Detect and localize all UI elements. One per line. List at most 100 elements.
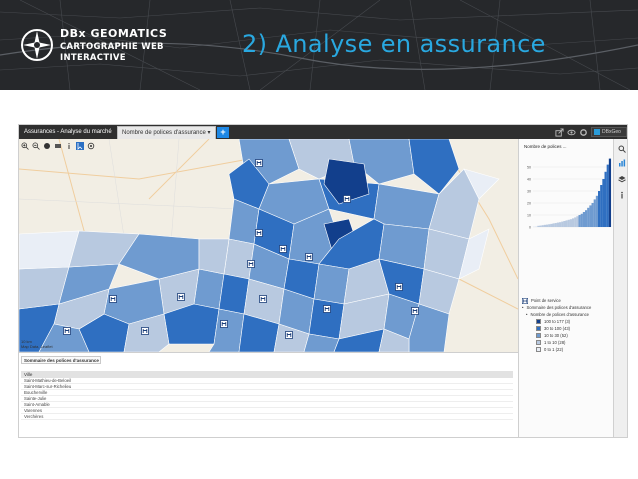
legend-swatch — [536, 340, 541, 345]
topbar-icons: DBxGeo — [555, 127, 627, 137]
legend-sub-label: Nombre de polices d'assurance — [530, 312, 589, 317]
legend-class-label: 0 to 1 (22) — [544, 347, 564, 352]
chart-bar — [533, 226, 536, 227]
chart-bar — [602, 179, 605, 227]
chevron-down-icon: ▾ — [207, 130, 211, 136]
table-scrollbar[interactable] — [19, 437, 518, 438]
legend: Point de service • Sommaire des polices … — [522, 297, 612, 353]
legend-swatch — [536, 333, 541, 338]
chart-bar — [554, 223, 557, 227]
add-tab-button[interactable]: + — [217, 127, 229, 138]
legend-class-item[interactable]: 30 to 100 (43) — [536, 325, 612, 332]
brand-box-text: DBxGeo — [602, 129, 621, 135]
y-tick-label: 0 — [529, 225, 531, 229]
summary-table-title[interactable]: Sommaire des polices d'assurance — [21, 356, 101, 364]
brand-square-icon — [594, 129, 600, 135]
side-toolbar — [613, 139, 627, 437]
scrollbar-thumb[interactable] — [19, 437, 55, 438]
legend-sub-layer[interactable]: • Nombre de polices d'assurance — [522, 311, 612, 318]
chart-bar — [582, 212, 586, 227]
legend-class-item[interactable]: 1 to 10 (28) — [536, 339, 612, 346]
legend-swatch — [536, 347, 541, 352]
legend-summary-layer[interactable]: • Sommaire des polices d'assurance — [522, 304, 612, 311]
chart-bar — [559, 222, 562, 227]
chart-bar — [543, 224, 547, 227]
legend-service-point[interactable]: Point de service — [522, 297, 612, 304]
layers-stack-icon[interactable] — [618, 175, 626, 183]
table-column-header-ville[interactable]: Ville — [21, 371, 513, 378]
legend-class-label: 30 to 100 (43) — [544, 326, 571, 331]
table-row[interactable]: Verchères — [21, 414, 513, 420]
layers-icon[interactable] — [54, 142, 62, 150]
dbx-logo-icon — [21, 29, 53, 61]
chart-bar — [598, 191, 601, 227]
y-tick-label: 30 — [527, 189, 531, 193]
bar-chart-icon[interactable] — [618, 159, 626, 167]
settings-icon[interactable] — [579, 128, 588, 137]
table-body: Saint-Mathieu-de-Beloeil Saint-Marc-sur-… — [21, 378, 513, 420]
search-location-icon[interactable] — [87, 142, 95, 150]
app-topbar: Assurances - Analyse du marché Nombre de… — [19, 125, 627, 139]
select-arrow-icon[interactable] — [76, 142, 84, 150]
tab-policy-count[interactable]: Nombre de polices d'assurance ▾ — [117, 126, 216, 139]
chart-bar — [550, 223, 553, 227]
chart-bar — [537, 225, 540, 227]
legend-class-label: 10 to 30 (52) — [544, 333, 568, 338]
zoom-in-icon[interactable] — [21, 142, 29, 150]
info-icon[interactable] — [618, 191, 626, 199]
map-scale: 10 km Map Data, Leaflet — [21, 339, 53, 349]
summary-table-panel: Sommaire des polices d'assurance Ville S… — [19, 352, 518, 438]
slide-title: 2) Analyse en assurance — [242, 30, 546, 58]
tab-policy-count-label: Nombre de polices d'assurance — [122, 130, 206, 136]
slide-header: DBx GEOMATICS CARTOGRAPHIE WEB INTERACTI… — [0, 0, 638, 90]
attribution-label: Map Data, Leaflet — [21, 344, 53, 349]
legend-swatch — [536, 319, 541, 324]
share-icon[interactable] — [555, 127, 564, 137]
chart-bar — [569, 219, 573, 227]
brand-tagline-2: INTERACTIVE — [60, 53, 126, 63]
legend-class-item[interactable]: 10 to 30 (52) — [536, 332, 612, 339]
legend-service-point-label: Point de service — [531, 298, 561, 303]
zoom-out-icon[interactable] — [32, 142, 40, 150]
bullet-icon: • — [522, 305, 524, 310]
map-toolbar — [21, 142, 95, 150]
chart-bar — [604, 171, 607, 227]
tab-market-analysis[interactable]: Assurances - Analyse du marché — [21, 127, 115, 138]
legend-class-label: 1 to 10 (28) — [544, 340, 566, 345]
right-panel: Nombre de polices ... 0 10 20 30 40 50 Point … — [518, 139, 613, 437]
chart-bar — [608, 158, 612, 227]
app-window: Assurances - Analyse du marché Nombre de… — [18, 124, 628, 438]
chart-bar — [561, 221, 564, 227]
legend-class-item[interactable]: 100 to 177 (3) — [536, 318, 612, 325]
chart-bar — [567, 219, 570, 227]
chart-bar — [541, 225, 544, 227]
chart-bar — [606, 164, 609, 227]
brand-name: DBx GEOMATICS — [60, 27, 168, 40]
choropleth-map — [19, 139, 518, 352]
chart-bar — [552, 223, 555, 227]
chart-bar — [539, 225, 542, 227]
dbxgeo-brand-box: DBxGeo — [591, 127, 627, 137]
distribution-bar-chart: 0 10 20 30 40 50 — [527, 158, 612, 229]
chart-bar — [546, 224, 549, 227]
chart-bar — [563, 221, 566, 227]
chart-bar — [535, 226, 538, 227]
legend-swatch — [536, 326, 541, 331]
chart-bar — [591, 203, 594, 227]
service-point-icon — [522, 297, 528, 304]
legend-class-item[interactable]: 0 to 1 (22) — [536, 346, 612, 353]
chart-bar — [556, 222, 560, 227]
chart-bar — [587, 207, 590, 227]
chart-bar — [578, 215, 581, 227]
chart-bar — [580, 213, 583, 227]
chart-bar — [593, 199, 596, 227]
search-icon[interactable] — [618, 145, 626, 153]
chart-bar — [565, 220, 568, 227]
eye-icon[interactable] — [567, 128, 576, 137]
chart-title: Nombre de polices ... — [524, 144, 567, 149]
info-icon[interactable] — [65, 142, 73, 150]
globe-icon[interactable] — [43, 142, 51, 150]
chart-bar — [585, 210, 588, 227]
chart-bar — [548, 224, 551, 227]
map-view[interactable]: 10 km Map Data, Leaflet — [19, 139, 518, 352]
